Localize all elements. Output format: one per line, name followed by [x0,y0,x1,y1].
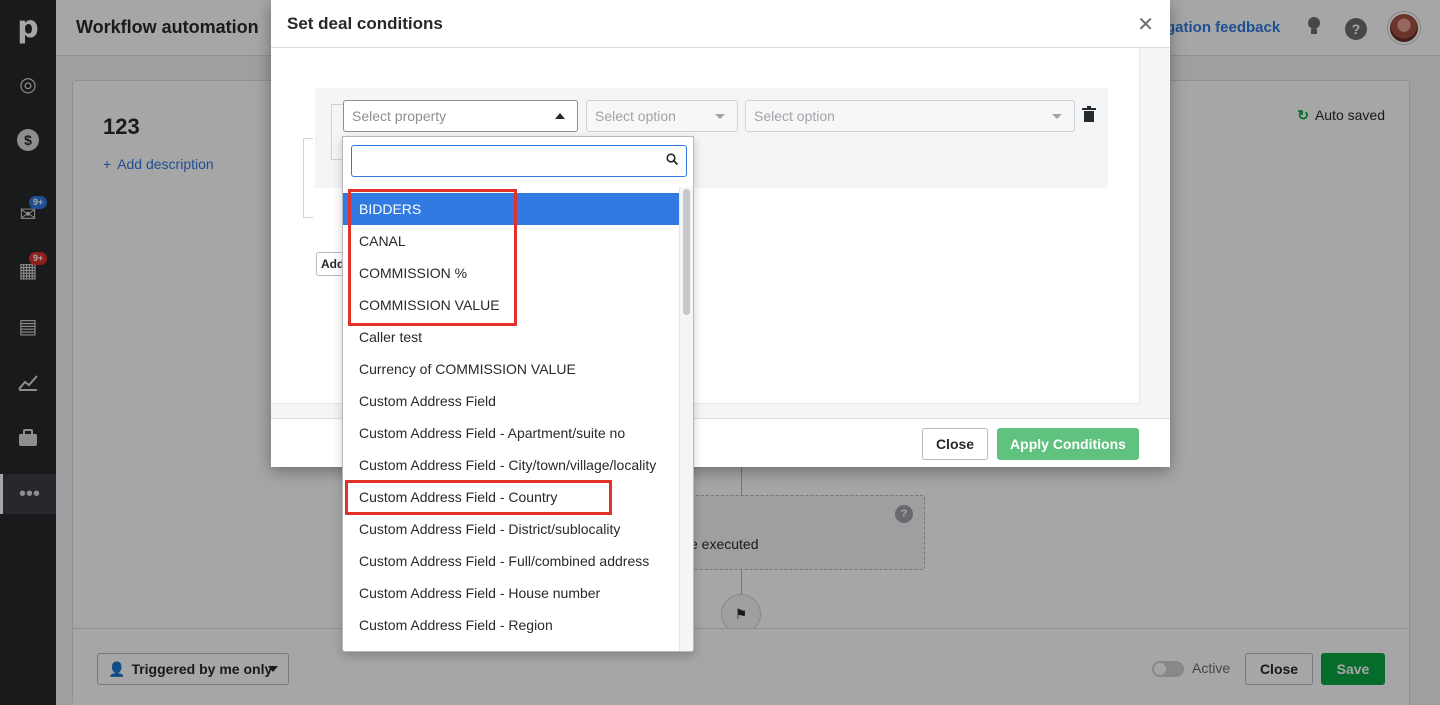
property-option-list: BIDDERS CANAL COMMISSION % COMMISSION VA… [343,193,679,641]
modal-header: Set deal conditions ✕ [271,0,1170,48]
property-option[interactable]: Custom Address Field - Region [343,609,679,641]
property-dropdown: BIDDERS CANAL COMMISSION % COMMISSION VA… [342,136,694,652]
value-select-placeholder: Select option [754,108,835,124]
operator-select-placeholder: Select option [595,108,676,124]
property-option[interactable]: Custom Address Field - Country [343,481,679,513]
dropdown-scrollbar[interactable] [679,187,693,651]
property-option[interactable]: COMMISSION % [343,257,679,289]
apply-conditions-button[interactable]: Apply Conditions [997,428,1139,460]
search-icon [666,152,679,168]
group-bracket [303,138,313,218]
property-select-placeholder: Select property [352,108,447,124]
scrollbar-thumb[interactable] [683,189,690,315]
property-option[interactable]: Custom Address Field [343,385,679,417]
property-select[interactable]: Select property [343,100,578,132]
property-option[interactable]: BIDDERS [343,193,679,225]
value-select[interactable]: Select option [745,100,1075,132]
property-search-input[interactable] [351,145,687,177]
property-option[interactable]: COMMISSION VALUE [343,289,679,321]
chevron-up-icon [555,113,565,119]
close-icon[interactable]: ✕ [1137,12,1154,37]
trash-icon[interactable] [1082,106,1096,127]
property-option[interactable]: Custom Address Field - City/town/village… [343,449,679,481]
property-option[interactable]: Currency of COMMISSION VALUE [343,353,679,385]
modal-title: Set deal conditions [287,14,443,33]
property-option[interactable]: Custom Address Field - House number [343,577,679,609]
property-option[interactable]: CANAL [343,225,679,257]
property-option[interactable]: Custom Address Field - Apartment/suite n… [343,417,679,449]
operator-select[interactable]: Select option [586,100,738,132]
chevron-down-icon [715,114,725,119]
chevron-down-icon [1052,114,1062,119]
property-option[interactable]: Custom Address Field - Full/combined add… [343,545,679,577]
property-option[interactable]: Custom Address Field - District/sublocal… [343,513,679,545]
property-option[interactable]: Caller test [343,321,679,353]
modal-close-button[interactable]: Close [922,428,988,460]
